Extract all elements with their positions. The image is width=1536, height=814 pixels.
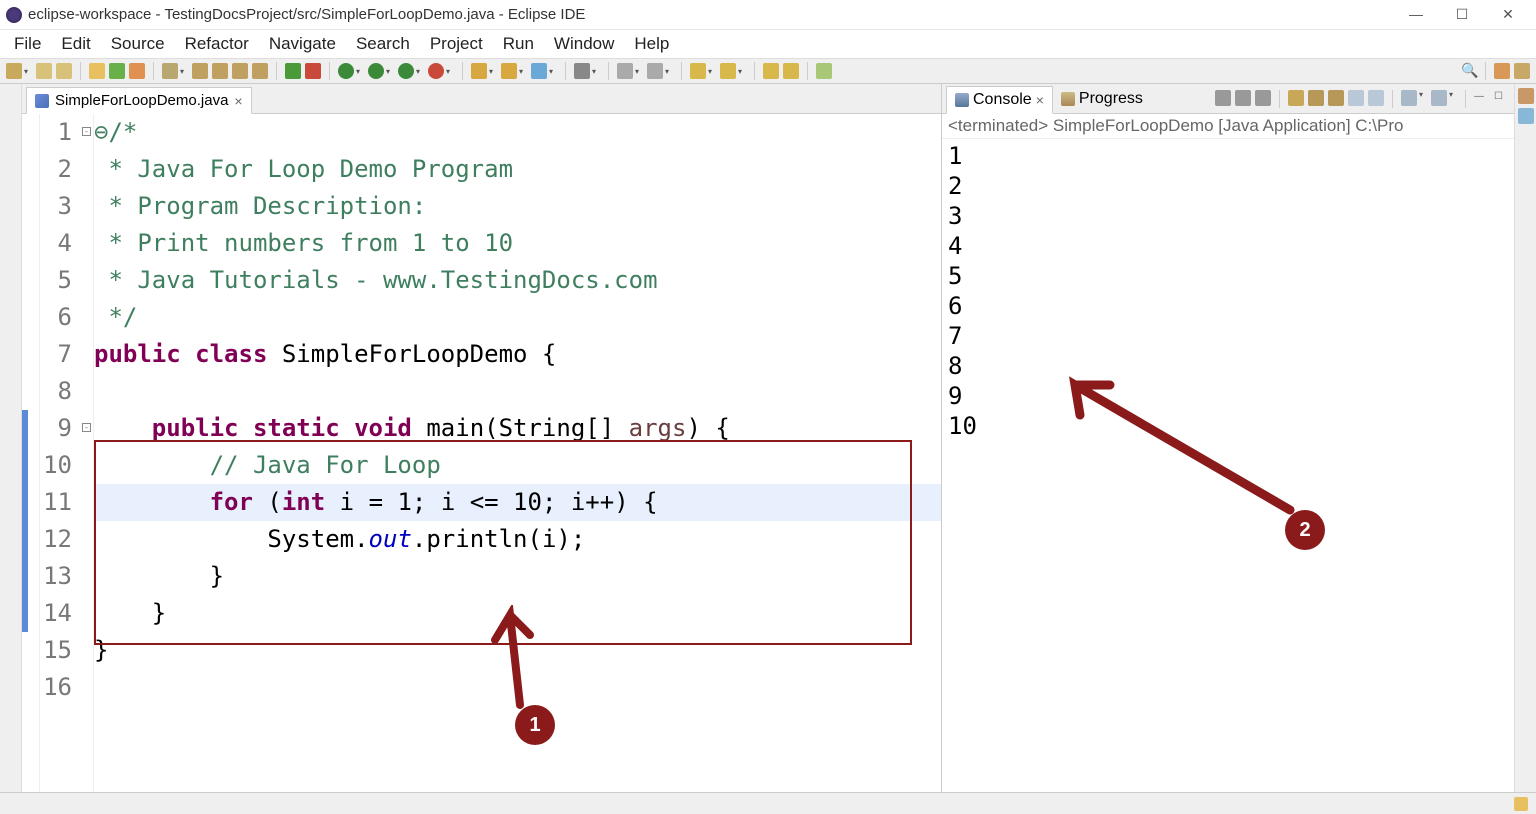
- debug-icon[interactable]: [162, 63, 178, 79]
- menu-edit[interactable]: Edit: [51, 32, 100, 56]
- run-last-icon[interactable]: [109, 63, 125, 79]
- java-file-icon: [35, 94, 49, 108]
- title-bar: eclipse-workspace - TestingDocsProject/s…: [0, 0, 1536, 30]
- menu-search[interactable]: Search: [346, 32, 420, 56]
- status-bar: [0, 792, 1536, 814]
- main-area: SimpleForLoopDemo.java × 123456789101112…: [0, 84, 1536, 792]
- menu-file[interactable]: File: [4, 32, 51, 56]
- skip-breakpoints-icon[interactable]: [192, 63, 208, 79]
- console-pane: Console × Progress ▾ ▾ —: [942, 84, 1514, 792]
- remove-launch-icon[interactable]: [1235, 90, 1251, 106]
- minimize-button[interactable]: —: [1402, 6, 1430, 23]
- fold-toggle-icon[interactable]: -: [82, 127, 91, 136]
- tab-close-icon[interactable]: ×: [234, 93, 242, 109]
- console-tabs: Console × Progress ▾ ▾ —: [942, 84, 1514, 114]
- console-tab-label: Console: [973, 91, 1032, 109]
- maximize-button[interactable]: ☐: [1448, 6, 1476, 23]
- editor-pane: SimpleForLoopDemo.java × 123456789101112…: [22, 84, 942, 792]
- terminate-console-icon[interactable]: [1215, 90, 1231, 106]
- scroll-lock-icon[interactable]: [1308, 90, 1324, 106]
- tip-icon[interactable]: [1514, 797, 1528, 811]
- eclipse-icon: [6, 7, 22, 23]
- resume-icon[interactable]: [285, 63, 301, 79]
- console-output[interactable]: 1 2 3 4 5 6 7 8 9 10: [942, 139, 1514, 792]
- window-title: eclipse-workspace - TestingDocsProject/s…: [28, 6, 1402, 23]
- terminate-icon[interactable]: [305, 63, 321, 79]
- new-java-package-icon[interactable]: [501, 63, 517, 79]
- save-icon[interactable]: [36, 63, 52, 79]
- task-view-icon[interactable]: [1518, 108, 1534, 124]
- show-console-icon[interactable]: [1348, 90, 1364, 106]
- step-over-icon[interactable]: [252, 63, 268, 79]
- search-tb-icon[interactable]: [574, 63, 590, 79]
- new-java-class-icon[interactable]: [531, 63, 547, 79]
- close-button[interactable]: ✕: [1494, 6, 1522, 23]
- last-edit-icon[interactable]: [763, 63, 779, 79]
- progress-tab-label: Progress: [1079, 90, 1143, 108]
- menu-bar: File Edit Source Refactor Navigate Searc…: [0, 30, 1536, 58]
- next-annotation-icon[interactable]: [783, 63, 799, 79]
- tab-progress[interactable]: Progress: [1053, 86, 1151, 112]
- main-toolbar: ▾ ▾ ▾ ▾ ▾ ▾ ▾ ▾ ▾ ▾ ▾ ▾ ▾ ▾ 🔍: [0, 58, 1536, 84]
- clear-console-icon[interactable]: [1288, 90, 1304, 106]
- menu-project[interactable]: Project: [420, 32, 493, 56]
- editor-tab-title: SimpleForLoopDemo.java: [55, 92, 228, 109]
- remove-all-icon[interactable]: [1255, 90, 1271, 106]
- editor-tabs: SimpleForLoopDemo.java ×: [22, 84, 941, 114]
- fold-column: - -: [80, 114, 94, 792]
- outline-view-icon[interactable]: [1518, 88, 1534, 104]
- editor-tab-active[interactable]: SimpleForLoopDemo.java ×: [26, 87, 252, 114]
- menu-navigate[interactable]: Navigate: [259, 32, 346, 56]
- menu-help[interactable]: Help: [624, 32, 679, 56]
- word-wrap-icon[interactable]: [1328, 90, 1344, 106]
- perspective-debug-icon[interactable]: [1514, 63, 1530, 79]
- left-trim: [0, 84, 22, 792]
- display-console-icon[interactable]: [1401, 90, 1417, 106]
- open-type-icon[interactable]: [89, 63, 105, 79]
- save-all-icon[interactable]: [56, 63, 72, 79]
- open-console-icon[interactable]: [1431, 90, 1447, 106]
- tab-console[interactable]: Console ×: [946, 86, 1053, 114]
- toggle2-icon[interactable]: [647, 63, 663, 79]
- coverage-button-icon[interactable]: [398, 63, 414, 79]
- toggle-icon[interactable]: [617, 63, 633, 79]
- progress-icon: [1061, 92, 1075, 106]
- right-trim: [1514, 84, 1536, 792]
- debug-button-icon[interactable]: [368, 63, 384, 79]
- pin-editor-icon[interactable]: [816, 63, 832, 79]
- forward-icon[interactable]: [720, 63, 736, 79]
- perspective-java-icon[interactable]: [1494, 63, 1510, 79]
- pin-console-icon[interactable]: [1368, 90, 1384, 106]
- new-java-project-icon[interactable]: [471, 63, 487, 79]
- coverage-icon[interactable]: [129, 63, 145, 79]
- menu-refactor[interactable]: Refactor: [175, 32, 259, 56]
- window-controls: — ☐ ✕: [1402, 6, 1530, 23]
- marker-bar: [22, 114, 40, 792]
- step-icon[interactable]: [232, 63, 248, 79]
- console-header: <terminated> SimpleForLoopDemo [Java App…: [942, 114, 1514, 139]
- back-icon[interactable]: [690, 63, 706, 79]
- menu-window[interactable]: Window: [544, 32, 624, 56]
- line-numbers: 12345678910111213141516: [40, 114, 80, 792]
- new-icon[interactable]: [6, 63, 22, 79]
- external-tools-icon[interactable]: [428, 63, 444, 79]
- menu-run[interactable]: Run: [493, 32, 544, 56]
- console-icon: [955, 93, 969, 107]
- code-content[interactable]: ⊖/* * Java For Loop Demo Program * Progr…: [94, 114, 941, 792]
- run-button-icon[interactable]: [338, 63, 354, 79]
- breakpoint-icon[interactable]: [212, 63, 228, 79]
- code-editor[interactable]: 12345678910111213141516 - - ⊖/* * Java F…: [22, 114, 941, 792]
- fold-toggle-icon[interactable]: -: [82, 423, 91, 432]
- menu-source[interactable]: Source: [101, 32, 175, 56]
- tab-close-icon[interactable]: ×: [1036, 92, 1044, 108]
